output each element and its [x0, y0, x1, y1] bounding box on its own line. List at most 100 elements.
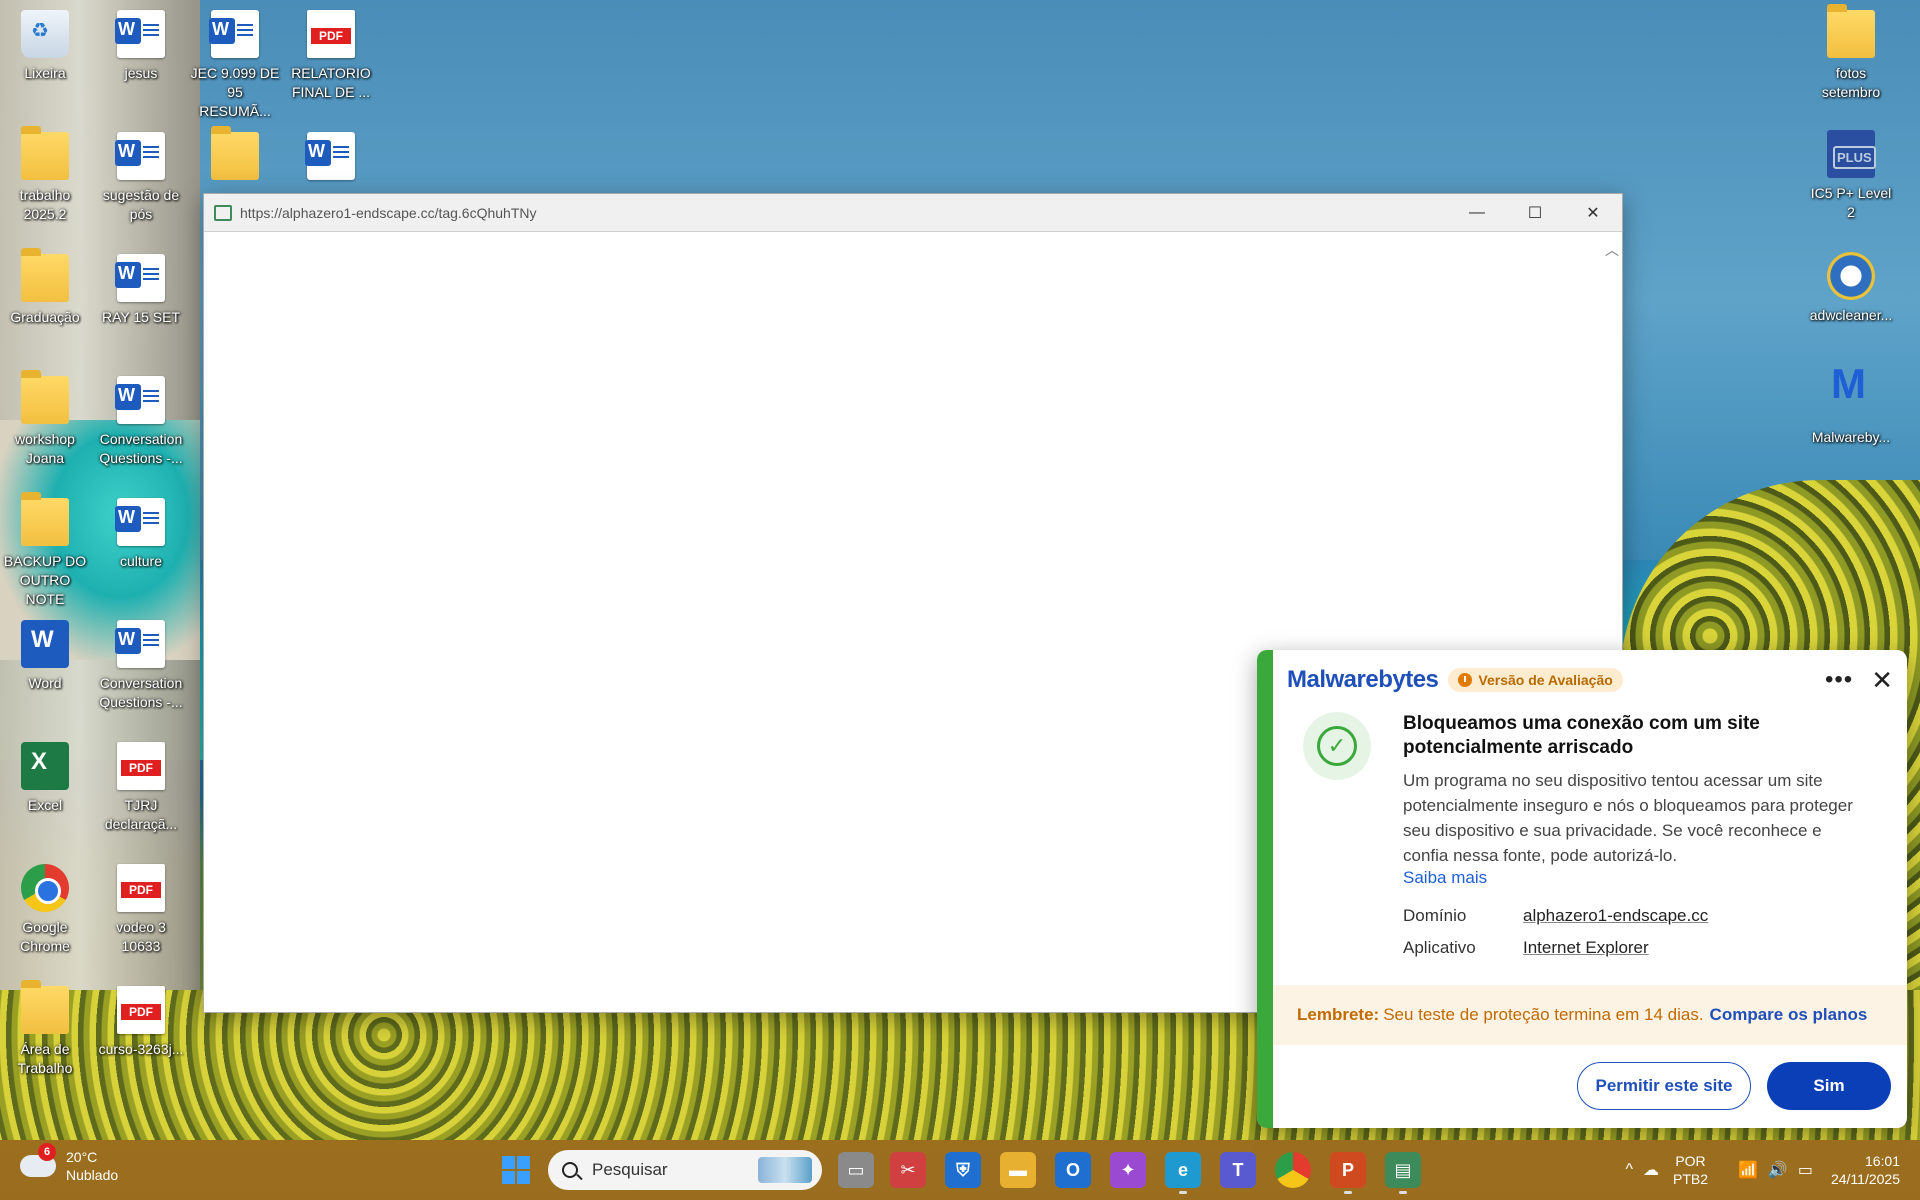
- desktop-icon-label: fotos setembro: [1821, 65, 1881, 100]
- desktop-icon-conversation-1[interactable]: W Conversation Questions -...: [96, 376, 186, 468]
- word-doc-icon: W: [305, 132, 355, 180]
- desktop-icon-jesus[interactable]: W jesus: [96, 10, 186, 83]
- word-doc-icon: W: [209, 10, 259, 58]
- powerpoint-icon[interactable]: P: [1330, 1152, 1366, 1194]
- desktop-icon-ic5[interactable]: PLUS IC5 P+ Level 2: [1806, 130, 1896, 222]
- desktop-icon-ray[interactable]: W RAY 15 SET: [96, 254, 186, 327]
- word-doc-icon: W: [115, 376, 165, 424]
- desktop-icon-vodeo[interactable]: PDF vodeo 3 10633: [96, 864, 186, 956]
- desktop-icon-conversation-2[interactable]: W Conversation Questions -...: [96, 620, 186, 712]
- desktop-icon-label: vodeo 3 10633: [116, 919, 166, 954]
- desktop-icon-malwarebytes[interactable]: M Malwareby...: [1806, 360, 1896, 447]
- desktop-icon-jec[interactable]: W JEC 9.099 DE 95 RESUMÃ...: [190, 10, 280, 121]
- folder-icon: [21, 370, 69, 424]
- check-circle-icon: ✓: [1303, 712, 1371, 780]
- learn-more-link[interactable]: Saiba mais: [1403, 868, 1487, 888]
- domain-value: alphazero1-endscape.cc: [1523, 906, 1709, 925]
- browser-title-bar[interactable]: https://alphazero1-endscape.cc/tag.6cQhu…: [204, 194, 1622, 232]
- taskbar-search[interactable]: Pesquisar: [548, 1150, 822, 1190]
- desktop-icon-graduacao[interactable]: Graduação: [0, 248, 90, 327]
- pdf-icon: PDF: [117, 742, 165, 790]
- desktop-icon-workshop[interactable]: workshop Joana: [0, 370, 90, 468]
- desktop-icon-label: curso-3263j...: [98, 1041, 184, 1057]
- weather-widget[interactable]: 6 20°C Nublado: [20, 1143, 118, 1184]
- clock[interactable]: 16:01 24/11/2025: [1831, 1152, 1900, 1188]
- allow-site-button[interactable]: Permitir este site: [1577, 1062, 1751, 1110]
- snipping-tool-icon[interactable]: ✂: [890, 1152, 926, 1188]
- desktop-icon-area-trabalho[interactable]: Área de Trabalho: [0, 980, 90, 1078]
- desktop-icon-folder-unnamed[interactable]: [190, 126, 280, 186]
- desktop-icon-label: Conversation Questions -...: [99, 675, 183, 710]
- reminder-label: Lembrete:: [1297, 1005, 1380, 1024]
- desktop-icon-curso[interactable]: PDF curso-3263j...: [96, 986, 186, 1059]
- desktop-icon-relatorio[interactable]: PDF RELATORIO FINAL DE ...: [286, 10, 376, 102]
- word-doc-icon: W: [115, 132, 165, 180]
- desktop-icon-tjrj[interactable]: PDF TJRJ declaraçã...: [96, 742, 186, 834]
- language-indicator[interactable]: POR PTB2: [1673, 1152, 1708, 1188]
- pdf-icon: PDF: [117, 864, 165, 912]
- edge-icon[interactable]: e: [1165, 1152, 1201, 1194]
- reminder-text: Seu teste de proteção termina em 14 dias…: [1383, 1005, 1704, 1024]
- copilot-icon[interactable]: ✦: [1110, 1152, 1146, 1188]
- desktop-icon-fotos-setembro[interactable]: fotos setembro: [1806, 4, 1896, 102]
- battery-icon[interactable]: ▭: [1798, 1160, 1813, 1180]
- desktop-icon-label: jesus: [124, 65, 158, 81]
- yes-button[interactable]: Sim: [1767, 1062, 1891, 1110]
- trial-reminder: Lembrete: Seu teste de proteção termina …: [1273, 985, 1907, 1045]
- desktop-icon-backup[interactable]: BACKUP DO OUTRO NOTE: [0, 492, 90, 609]
- search-highlight-icon: [758, 1157, 812, 1183]
- scroll-up-icon[interactable]: ︿: [1605, 240, 1619, 260]
- desktop-icon-label: BACKUP DO OUTRO NOTE: [3, 553, 87, 607]
- internet-explorer-icon[interactable]: ▤: [1385, 1152, 1421, 1194]
- clock-icon: [1458, 673, 1473, 687]
- desktop-icon-label: culture: [119, 553, 163, 569]
- close-icon[interactable]: ✕: [1871, 665, 1893, 696]
- desktop-icon-word-app[interactable]: W Word: [0, 620, 90, 693]
- file-manager-icon[interactable]: ▭: [838, 1152, 874, 1188]
- desktop-icon-label: workshop Joana: [15, 431, 75, 466]
- start-button[interactable]: [502, 1156, 530, 1184]
- defender-icon[interactable]: ⛨: [945, 1152, 981, 1188]
- chrome-icon: [21, 864, 69, 912]
- desktop-icon-label: trabalho 2025.2: [19, 187, 71, 222]
- notification-description: Um programa no seu dispositivo tentou ac…: [1403, 771, 1853, 865]
- desktop-icon-sugestao[interactable]: W sugestão de pós: [96, 132, 186, 224]
- tray-overflow-icon[interactable]: ^: [1625, 1161, 1633, 1179]
- folder-icon: [21, 126, 69, 180]
- desktop-icon-label: Graduação: [10, 309, 80, 325]
- desktop-icon-lixeira[interactable]: ♻ Lixeira: [0, 10, 90, 83]
- volume-icon[interactable]: 🔊: [1768, 1160, 1788, 1180]
- onedrive-icon[interactable]: ☁: [1643, 1160, 1659, 1180]
- desktop-icon-label: IC5 P+ Level 2: [1810, 185, 1892, 220]
- word-doc-icon: W: [115, 254, 165, 302]
- desktop-icon-culture[interactable]: W culture: [96, 498, 186, 571]
- desktop-icon-label: Área de Trabalho: [17, 1041, 73, 1076]
- close-button[interactable]: ✕: [1564, 194, 1622, 232]
- chrome-taskbar-icon[interactable]: [1275, 1152, 1311, 1188]
- cloud-icon: 6: [20, 1143, 56, 1177]
- wifi-icon[interactable]: 📶: [1738, 1160, 1758, 1180]
- malwarebytes-icon: M: [1831, 360, 1866, 407]
- search-placeholder: Pesquisar: [592, 1160, 668, 1179]
- search-icon: [562, 1162, 578, 1178]
- desktop-icon-word-unnamed[interactable]: W: [286, 132, 376, 186]
- folder-icon: [21, 492, 69, 546]
- more-options-icon[interactable]: •••: [1825, 668, 1853, 692]
- desktop-icon-trabalho[interactable]: trabalho 2025.2: [0, 126, 90, 224]
- maximize-button[interactable]: ☐: [1506, 194, 1564, 232]
- time-text: 16:01: [1864, 1153, 1900, 1169]
- compare-plans-link[interactable]: Compare os planos: [1710, 1005, 1868, 1025]
- notification-title: Bloqueamos uma conexão com um site poten…: [1403, 713, 1760, 758]
- desktop-icon-label: Conversation Questions -...: [99, 431, 183, 466]
- desktop-icon-chrome[interactable]: Google Chrome: [0, 864, 90, 956]
- desktop-icon-excel[interactable]: X Excel: [0, 742, 90, 815]
- desktop-icon-adwcleaner[interactable]: adwcleaner...: [1806, 252, 1896, 325]
- desktop-icon-label: JEC 9.099 DE 95 RESUMÃ...: [190, 65, 280, 119]
- word-doc-icon: W: [115, 498, 165, 546]
- notification-badge: 6: [38, 1143, 56, 1161]
- minimize-button[interactable]: —: [1448, 194, 1506, 232]
- pdf-icon: PDF: [117, 986, 165, 1034]
- file-explorer-icon[interactable]: ▬: [1000, 1152, 1036, 1188]
- teams-icon[interactable]: T: [1220, 1152, 1256, 1188]
- outlook-icon[interactable]: O: [1055, 1152, 1091, 1188]
